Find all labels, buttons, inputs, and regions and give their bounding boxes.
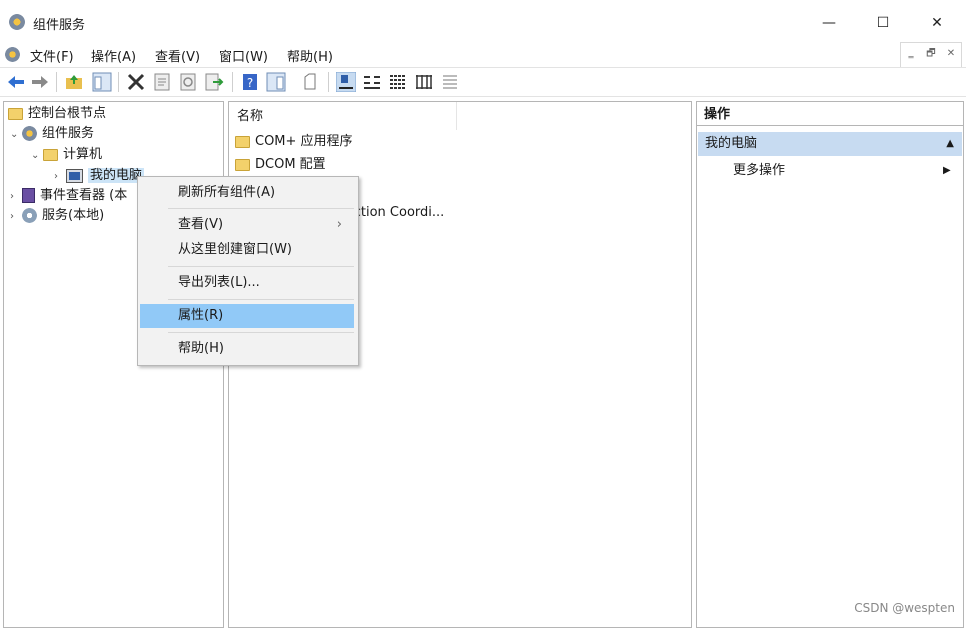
chevron-down-icon[interactable]: ⌄: [10, 125, 22, 145]
tree-item-label: 我的电脑: [88, 168, 145, 183]
menu-view[interactable]: 查看(V): [155, 46, 200, 65]
toolbar: ?: [0, 67, 966, 97]
new-window-icon[interactable]: [300, 72, 320, 92]
tree-item-label: 控制台根节点: [28, 106, 107, 121]
window-title: 组件服务: [33, 18, 86, 33]
menu-item-properties[interactable]: 属性(R): [140, 304, 354, 328]
chevron-right-icon[interactable]: ›: [10, 187, 22, 207]
context-menu: 刷新所有组件(A) 查看(V) › 从这里创建窗口(W) 导出列表(L)... …: [137, 176, 359, 366]
menu-item-help[interactable]: 帮助(H): [140, 337, 354, 361]
list-item[interactable]: DCOM 配置: [235, 154, 326, 176]
menu-window[interactable]: 窗口(W): [219, 46, 268, 65]
large-icons-view-icon[interactable]: [336, 72, 356, 92]
toolbar-separator: [56, 72, 57, 92]
minimize-button[interactable]: —: [806, 8, 852, 38]
tree-item-label: 计算机: [63, 147, 103, 162]
menu-item-new-window[interactable]: 从这里创建窗口(W): [140, 238, 354, 262]
folder-icon: [235, 135, 250, 148]
mdi-minimize-button[interactable]: ‗: [901, 43, 921, 67]
action-pane-header: 操作: [697, 102, 963, 126]
title-bar: 组件服务 — ☐ ✕: [0, 0, 970, 44]
mmc-icon[interactable]: [5, 47, 20, 62]
menu-separator: [168, 332, 354, 333]
chevron-right-icon[interactable]: ›: [10, 207, 22, 227]
chevron-down-icon[interactable]: ⌄: [31, 146, 43, 166]
toolbar-separator: [118, 72, 119, 92]
more-actions-item[interactable]: 更多操作: [733, 160, 785, 182]
back-icon[interactable]: [6, 72, 26, 92]
delete-icon[interactable]: [126, 72, 146, 92]
refresh-icon[interactable]: [178, 72, 198, 92]
status-view-icon[interactable]: [440, 72, 460, 92]
toolbar-separator: [232, 72, 233, 92]
more-actions-label: 更多操作: [733, 163, 786, 178]
svg-text:?: ?: [247, 76, 253, 90]
list-view-icon[interactable]: [388, 72, 408, 92]
component-services-icon: [9, 14, 25, 30]
tree-item-label: 事件查看器 (本: [40, 188, 128, 203]
tree-item-services[interactable]: › 服务(本地): [10, 206, 104, 226]
collapse-arrow-icon[interactable]: ▲: [946, 132, 954, 156]
tree-item-root[interactable]: 控制台根节点: [8, 104, 106, 124]
menu-bar: 文件(F) 操作(A) 查看(V) 窗口(W) 帮助(H): [0, 44, 970, 66]
menu-item-view-label: 查看(V): [178, 217, 224, 232]
mdi-restore-button[interactable]: 🗗: [921, 43, 941, 67]
menu-action[interactable]: 操作(A): [91, 46, 136, 65]
tree-item-label: 组件服务: [42, 126, 95, 141]
menu-item-view[interactable]: 查看(V) ›: [140, 213, 354, 237]
folder-icon: [235, 158, 250, 171]
component-services-icon: [22, 126, 37, 141]
show-hide-tree-icon[interactable]: [92, 72, 112, 92]
small-icons-view-icon[interactable]: [362, 72, 382, 92]
toolbar-separator: [328, 72, 329, 92]
folder-icon: [8, 107, 23, 120]
submenu-arrow-icon[interactable]: ▶: [943, 160, 951, 182]
services-icon: [22, 208, 37, 223]
watermark: CSDN @wespten: [854, 601, 955, 615]
help-icon[interactable]: ?: [240, 72, 260, 92]
maximize-button[interactable]: ☐: [860, 8, 906, 38]
tree-item-component-services[interactable]: ⌄ 组件服务: [10, 124, 94, 144]
mdi-controls: ‗ 🗗 ✕: [900, 42, 962, 68]
menu-separator: [168, 299, 354, 300]
action-section-my-computer[interactable]: 我的电脑 ▲: [698, 132, 962, 156]
list-item-label: COM+ 应用程序: [255, 134, 353, 149]
event-viewer-icon: [22, 188, 35, 203]
tree-item-label: 服务(本地): [42, 208, 105, 223]
menu-item-export-list[interactable]: 导出列表(L)...: [140, 271, 354, 295]
mdi-close-button[interactable]: ✕: [941, 43, 961, 67]
menu-help[interactable]: 帮助(H): [287, 46, 333, 65]
menu-file[interactable]: 文件(F): [30, 46, 74, 65]
folder-icon: [43, 148, 58, 161]
action-section-label: 我的电脑: [705, 136, 758, 151]
menu-separator: [168, 266, 354, 267]
detail-view-icon[interactable]: [414, 72, 434, 92]
export-icon[interactable]: [204, 72, 224, 92]
column-header-name[interactable]: 名称: [229, 102, 457, 130]
tree-item-event-viewer[interactable]: › 事件查看器 (本: [10, 186, 127, 206]
tree-item-my-computer[interactable]: › 我的电脑: [54, 166, 145, 187]
menu-item-refresh-all[interactable]: 刷新所有组件(A): [140, 181, 354, 205]
chevron-right-icon[interactable]: ›: [54, 167, 66, 187]
list-item[interactable]: COM+ 应用程序: [235, 131, 353, 153]
chevron-right-icon: ›: [336, 217, 342, 232]
menu-separator: [168, 208, 354, 209]
tree-item-computers[interactable]: ⌄ 计算机: [31, 145, 102, 165]
action-pane-icon[interactable]: [266, 72, 286, 92]
properties-icon[interactable]: [152, 72, 172, 92]
forward-icon[interactable]: [30, 72, 50, 92]
action-pane: 操作 我的电脑 ▲ 更多操作 ▶: [696, 101, 964, 628]
computer-icon: [66, 168, 83, 183]
close-button[interactable]: ✕: [914, 8, 960, 38]
up-folder-icon[interactable]: [64, 72, 84, 92]
list-item-label: DCOM 配置: [255, 157, 326, 172]
